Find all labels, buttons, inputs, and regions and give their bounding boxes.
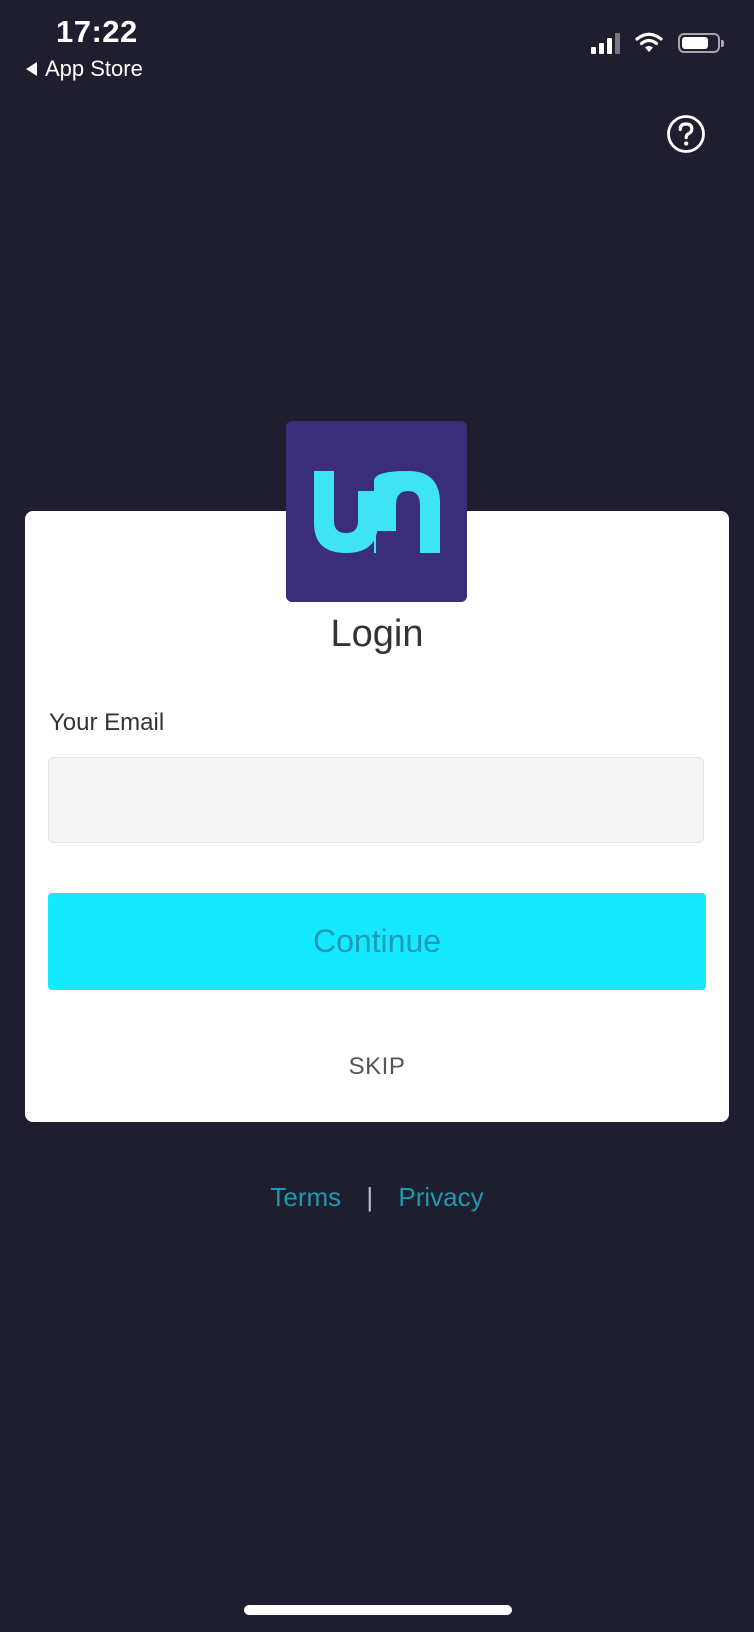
cellular-signal-icon — [591, 32, 620, 54]
status-time: 17:22 — [56, 14, 138, 49]
skip-button[interactable]: SKIP — [25, 1053, 729, 1081]
back-triangle-icon — [26, 62, 37, 76]
status-bar: 17:22 App Store — [0, 0, 754, 90]
email-label: Your Email — [49, 709, 165, 736]
battery-icon — [678, 33, 724, 53]
email-field[interactable] — [48, 757, 704, 843]
wifi-icon — [635, 32, 663, 52]
question-circle-icon[interactable] — [666, 114, 706, 154]
battery-fill — [682, 37, 709, 49]
login-title: Login — [330, 613, 424, 655]
footer-separator: | — [366, 1182, 374, 1212]
footer-links: Terms | Privacy — [0, 1182, 754, 1213]
app-logo-icon — [313, 470, 440, 553]
terms-link[interactable]: Terms — [270, 1182, 341, 1212]
app-logo — [286, 421, 467, 602]
home-indicator[interactable] — [244, 1605, 512, 1615]
status-icons — [591, 32, 724, 54]
back-label: App Store — [45, 56, 143, 81]
privacy-link[interactable]: Privacy — [398, 1182, 483, 1212]
login-card: Login Your Email Continue SKIP — [25, 511, 729, 1122]
continue-button[interactable]: Continue — [48, 893, 706, 990]
back-to-app-store[interactable]: App Store — [26, 56, 143, 82]
